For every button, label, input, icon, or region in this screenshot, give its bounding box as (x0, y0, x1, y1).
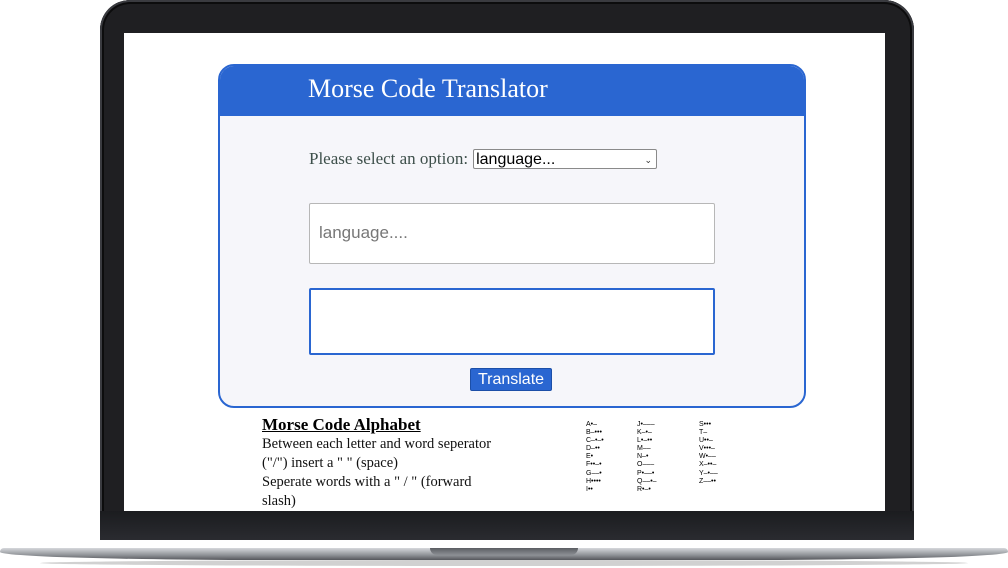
morse-entry: N–• (637, 453, 649, 461)
input-textarea[interactable]: language.... (309, 203, 715, 264)
morse-entry: X–••– (699, 461, 717, 469)
morse-entry: Z––•• (699, 477, 716, 485)
morse-entry: U••– (699, 437, 713, 445)
morse-entry: M–– (637, 445, 651, 453)
laptop-shadow (40, 560, 968, 566)
morse-entry: Y–•–– (699, 469, 718, 477)
morse-entry: A•– (586, 421, 598, 428)
instruction-line: Between each letter and word seperator (… (262, 436, 492, 471)
morse-entry: J•––– (637, 421, 655, 428)
input-placeholder: language.... (319, 223, 408, 242)
laptop-base (0, 540, 1008, 568)
language-select-value: language... (476, 151, 556, 168)
morse-entry: I•• (586, 485, 593, 493)
instruction-line: Seperate words with a " / " (forward sla… (262, 474, 472, 509)
morse-entry: B–••• (586, 429, 602, 437)
laptop-notch (430, 548, 578, 555)
morse-column-j-r: J•––– K–•– L•–•• M–– N–• O––– P•––• Q––•– R•–• (637, 421, 657, 494)
morse-entry: P•––• (637, 469, 655, 477)
translate-button[interactable]: Translate (470, 368, 552, 391)
morse-entry: G––• (586, 469, 602, 477)
morse-entry: T– (699, 429, 708, 437)
morse-entry: H•••• (586, 477, 601, 485)
page-title: Morse Code Translator (308, 74, 548, 103)
option-row: Please select an option: language... ⌄ (309, 149, 658, 169)
option-label: Please select an option: (309, 149, 469, 168)
morse-entry: O––– (637, 461, 655, 469)
morse-entry: W•–– (699, 453, 716, 461)
morse-entry: S••• (699, 421, 712, 428)
chevron-down-icon: ⌄ (644, 155, 653, 165)
language-select[interactable]: language... ⌄ (473, 149, 658, 169)
output-textarea[interactable] (309, 288, 715, 355)
screen: Morse Code Translator Please select an o… (124, 33, 885, 511)
morse-column-a-i: A•– B–••• C–•–• D–•• E• F••–• G––• H•••• I•• (586, 421, 604, 494)
morse-entry: C–•–• (586, 437, 604, 445)
morse-entry: F••–• (586, 461, 602, 469)
morse-column-s-z: S••• T– U••– V•••– W•–– X–••– Y–•–– Z––•• (699, 421, 718, 486)
morse-entry: D–•• (586, 445, 600, 453)
morse-entry: Q––•– (637, 477, 657, 485)
morse-entry: R•–• (637, 485, 651, 493)
morse-entry: K–•– (637, 429, 652, 437)
translator-card: Morse Code Translator Please select an o… (218, 64, 806, 408)
alphabet-heading: Morse Code Alphabet (262, 415, 421, 434)
morse-entry: E• (586, 453, 594, 461)
morse-entry: L•–•• (637, 437, 653, 445)
alphabet-instructions: Between each letter and word seperator (… (262, 435, 502, 511)
laptop-bezel-bottom (100, 511, 914, 540)
morse-entry: V•••– (699, 445, 715, 453)
